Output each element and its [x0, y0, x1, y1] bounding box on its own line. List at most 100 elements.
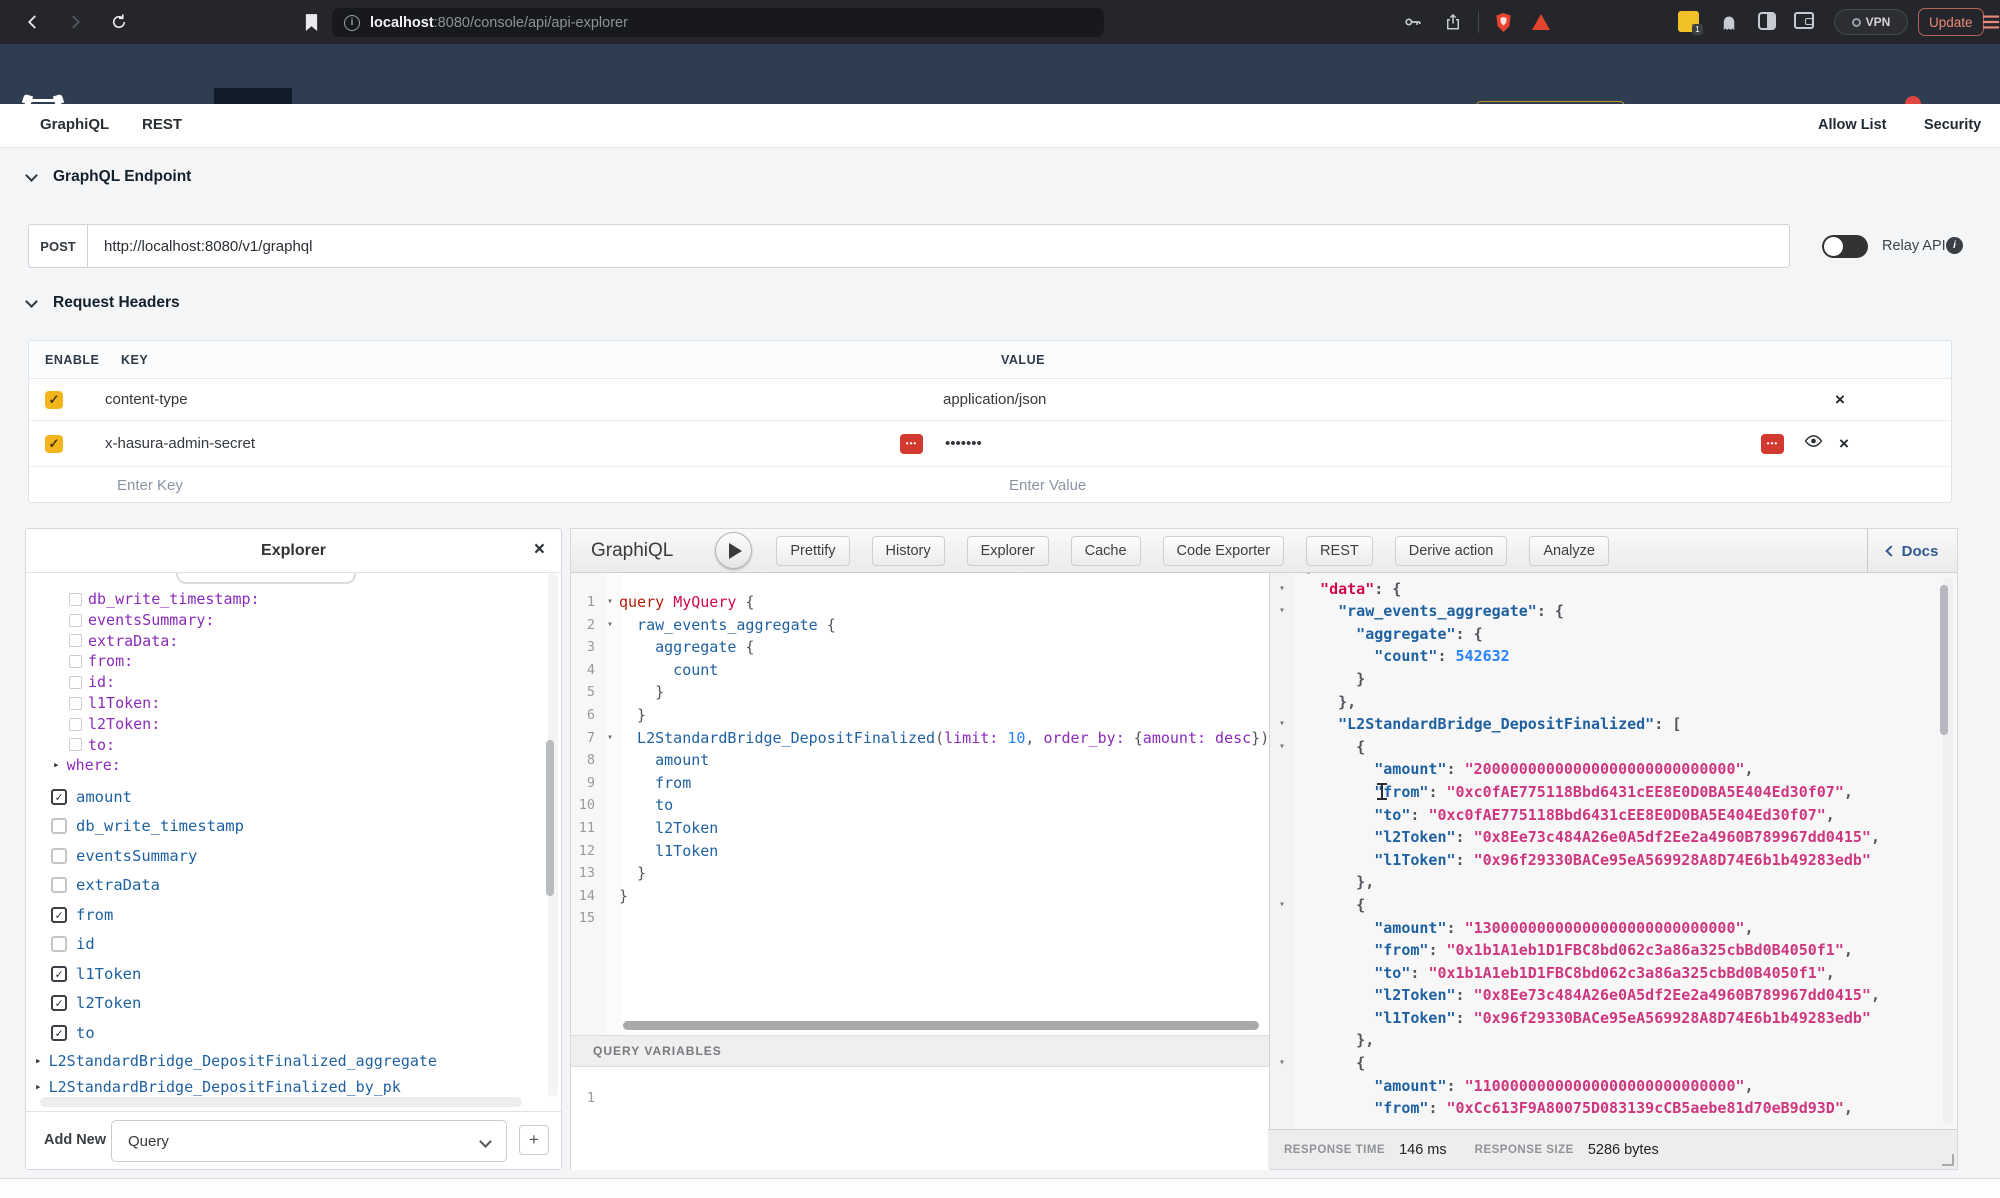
headers-section-header[interactable]: Request Headers	[27, 294, 180, 312]
relay-info-icon[interactable]: i	[1946, 237, 1963, 254]
share-icon[interactable]	[1440, 9, 1466, 35]
explorer-arg[interactable]: l2Token:	[26, 714, 542, 735]
fold-icon[interactable]: ▾	[601, 614, 619, 637]
header-key-input[interactable]: content-type	[105, 391, 943, 408]
checkbox-icon[interactable]	[69, 614, 82, 627]
back-icon[interactable]	[20, 9, 46, 35]
explorer-where[interactable]: ▸where:	[26, 755, 542, 776]
remove-header-icon[interactable]: ×	[1835, 390, 1845, 410]
explorer-scrollbar[interactable]	[548, 573, 558, 1097]
docs-button[interactable]: Docs	[1867, 529, 1957, 573]
endpoint-url-input[interactable]: http://localhost:8080/v1/graphql	[88, 224, 1790, 268]
close-icon[interactable]: ×	[534, 539, 545, 561]
allow-list-link[interactable]: Allow List	[1818, 117, 1886, 133]
new-key-input[interactable]: Enter Key	[117, 477, 1009, 494]
header-value-input[interactable]: •••••••	[945, 435, 1761, 452]
fold-icon[interactable]	[1270, 758, 1294, 781]
password-manager-icon[interactable]: •••	[900, 434, 923, 454]
bookmark-icon[interactable]	[298, 9, 324, 35]
fold-icon[interactable]: ▾	[1270, 894, 1294, 917]
response-scrollbar[interactable]	[1943, 577, 1953, 1125]
explorer-arg[interactable]: db_write_timestamp:	[26, 589, 542, 610]
explorer-field[interactable]: ✓l2Token	[26, 989, 542, 1019]
menu-icon[interactable]	[1978, 9, 2000, 35]
fold-icon[interactable]	[1270, 691, 1294, 714]
fold-icon[interactable]: ▾	[1270, 600, 1294, 623]
explorer-field[interactable]: ✓l1Token	[26, 959, 542, 989]
fold-icon[interactable]	[601, 862, 619, 885]
fold-icon[interactable]	[601, 885, 619, 908]
explorer-arg[interactable]: from:	[26, 651, 542, 672]
derive-action-button[interactable]: Derive action	[1395, 536, 1508, 566]
relay-api-toggle[interactable]	[1822, 235, 1868, 258]
fold-icon[interactable]	[1270, 849, 1294, 872]
explorer-field[interactable]: extraData	[26, 871, 542, 901]
fold-icon[interactable]	[1270, 781, 1294, 804]
fold-icon[interactable]	[601, 772, 619, 795]
fold-icon[interactable]	[1270, 1097, 1294, 1120]
fold-icon[interactable]: ▾	[1270, 578, 1294, 601]
warning-triangle-icon[interactable]	[1528, 9, 1554, 35]
header-key-input[interactable]: x-hasura-admin-secret	[105, 435, 900, 452]
checkbox-icon[interactable]	[69, 676, 82, 689]
checkbox-icon[interactable]	[51, 877, 67, 893]
analyze-button[interactable]: Analyze	[1529, 536, 1609, 566]
explorer-arg[interactable]: eventsSummary:	[26, 610, 542, 631]
checkbox-icon[interactable]	[69, 655, 82, 668]
fold-icon[interactable]	[1270, 917, 1294, 940]
execute-query-button[interactable]	[715, 532, 752, 569]
fold-icon[interactable]	[601, 840, 619, 863]
update-button[interactable]: Update	[1918, 8, 1984, 36]
history-button[interactable]: History	[872, 536, 945, 566]
explorer-field[interactable]: db_write_timestamp	[26, 812, 542, 842]
explorer-root-field[interactable]: ▸L2StandardBridge_DepositFinalized_aggre…	[26, 1048, 542, 1074]
forward-icon[interactable]	[62, 9, 88, 35]
checkbox-checked-icon[interactable]: ✓	[51, 907, 67, 923]
fold-icon[interactable]	[1270, 1007, 1294, 1030]
reload-icon[interactable]	[106, 9, 132, 35]
explorer-button[interactable]: Explorer	[967, 536, 1049, 566]
explorer-field[interactable]: ✓to	[26, 1018, 542, 1048]
fold-icon[interactable]: ▾	[1270, 736, 1294, 759]
fold-icon[interactable]	[1270, 826, 1294, 849]
explorer-arg[interactable]: extraData:	[26, 631, 542, 652]
vpn-button[interactable]: VPN	[1834, 9, 1908, 35]
brave-shield-icon[interactable]	[1490, 9, 1516, 35]
extension-contrast-icon[interactable]	[1758, 12, 1776, 30]
checkbox-checked-icon[interactable]: ✓	[51, 1025, 67, 1041]
fold-icon[interactable]	[1270, 623, 1294, 646]
explorer-arg[interactable]: to:	[26, 735, 542, 756]
checkbox-icon[interactable]	[51, 818, 67, 834]
password-manager-icon[interactable]: •••	[1761, 434, 1784, 454]
url-bar[interactable]: i localhost:8080/console/api/api-explore…	[332, 8, 1104, 37]
fold-icon[interactable]	[601, 704, 619, 727]
header-value-input[interactable]: application/json	[943, 391, 1835, 408]
explorer-field[interactable]: id	[26, 930, 542, 960]
checkbox-checked-icon[interactable]: ✓	[51, 966, 67, 982]
remove-header-icon[interactable]: ×	[1839, 434, 1849, 454]
add-new-select[interactable]: Query	[111, 1120, 507, 1162]
security-link[interactable]: Security	[1924, 117, 1981, 133]
explorer-arg[interactable]: id:	[26, 672, 542, 693]
tab-rest[interactable]: REST	[142, 116, 182, 133]
fold-icon[interactable]	[1270, 871, 1294, 894]
checkbox-icon[interactable]	[69, 738, 82, 751]
explorer-hscroll-track[interactable]	[40, 1097, 522, 1107]
checkbox-icon[interactable]	[69, 593, 82, 606]
enable-checkbox[interactable]: ✓	[45, 391, 63, 409]
tab-graphiql[interactable]: GraphiQL	[40, 116, 109, 133]
fold-icon[interactable]	[1270, 804, 1294, 827]
checkbox-icon[interactable]	[51, 936, 67, 952]
prettify-button[interactable]: Prettify	[776, 536, 849, 566]
eye-icon[interactable]	[1804, 434, 1823, 453]
editor-hscroll-thumb[interactable]	[623, 1021, 1259, 1030]
checkbox-icon[interactable]	[69, 697, 82, 710]
fold-icon[interactable]	[1270, 939, 1294, 962]
fold-icon[interactable]: ▾	[601, 591, 619, 614]
code-exporter-button[interactable]: Code Exporter	[1163, 536, 1285, 566]
fold-icon[interactable]	[601, 659, 619, 682]
fold-icon[interactable]	[1270, 668, 1294, 691]
extension-ghost-icon[interactable]	[1716, 9, 1742, 35]
fold-icon[interactable]	[1270, 1075, 1294, 1098]
fold-icon[interactable]	[601, 681, 619, 704]
